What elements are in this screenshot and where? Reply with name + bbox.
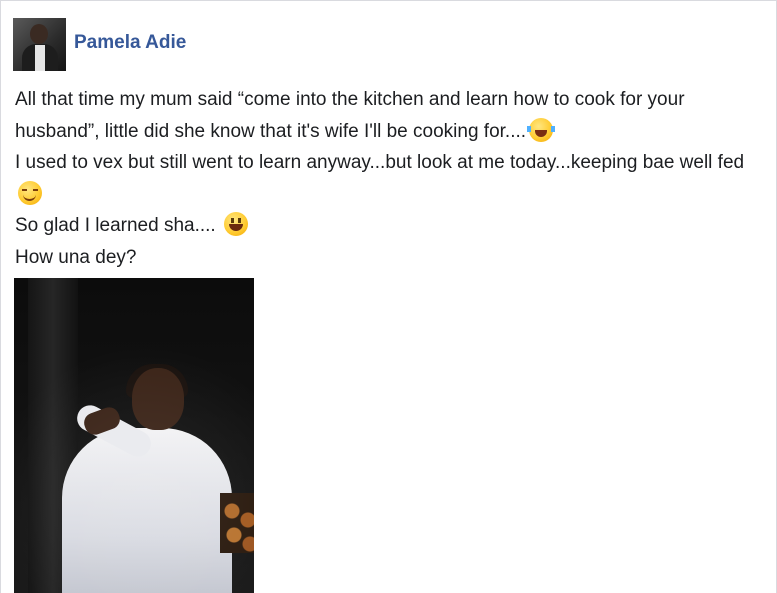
avatar-head (30, 24, 48, 44)
post-line: I used to vex but still went to learn an… (15, 147, 765, 210)
post-line-text: So glad I learned sha.... (15, 215, 216, 236)
smirking-face-icon (18, 180, 42, 205)
grinning-face-icon (223, 212, 248, 236)
photo-lighting (14, 278, 254, 593)
post-header: Pamela Adie (13, 18, 186, 71)
post-line-text: All that time my mum said “come into the… (15, 89, 685, 142)
author-name-link[interactable]: Pamela Adie (74, 32, 186, 54)
post-line: So glad I learned sha.... (15, 210, 765, 242)
post-line-text: I used to vex but still went to learn an… (15, 152, 745, 173)
avatar-shirt (35, 45, 45, 71)
post-text: All that time my mum said “come into the… (15, 84, 765, 273)
post-line: All that time my mum said “come into the… (15, 84, 765, 147)
post-line: How una dey? (15, 242, 765, 274)
post-photo[interactable] (14, 278, 254, 593)
face-with-tears-of-joy-icon (527, 117, 556, 142)
post-line-text: How una dey? (15, 246, 137, 268)
avatar[interactable] (13, 18, 66, 71)
post-card: Pamela Adie All that time my mum said “c… (0, 0, 777, 593)
